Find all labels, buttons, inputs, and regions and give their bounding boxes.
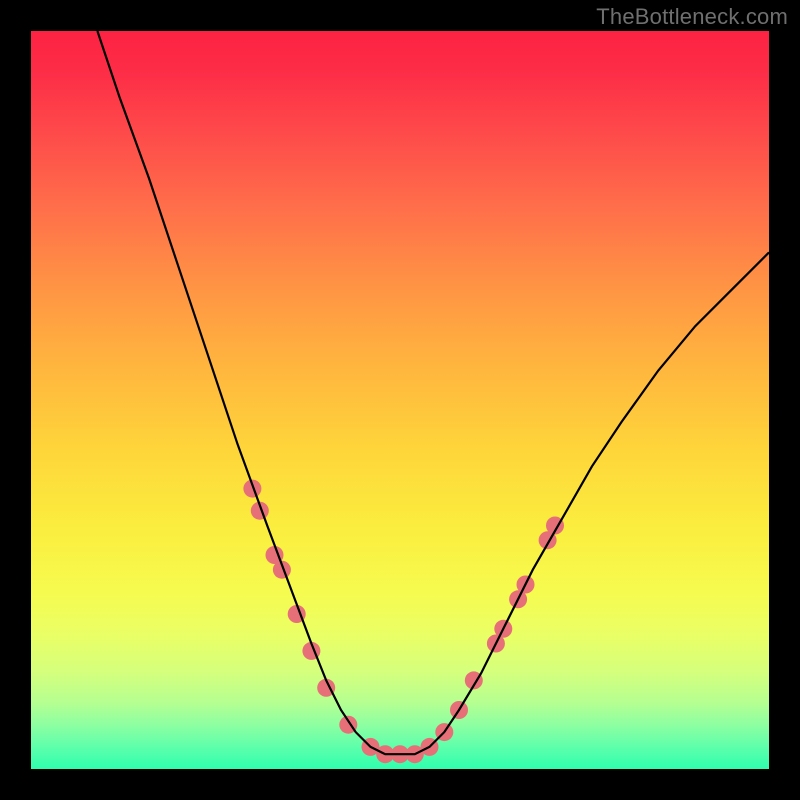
plot-area [31, 31, 769, 769]
bottleneck-curve [97, 31, 769, 754]
chart-svg [31, 31, 769, 769]
chart-frame: TheBottleneck.com [0, 0, 800, 800]
watermark-text: TheBottleneck.com [596, 4, 788, 30]
marker-layer [243, 480, 564, 764]
